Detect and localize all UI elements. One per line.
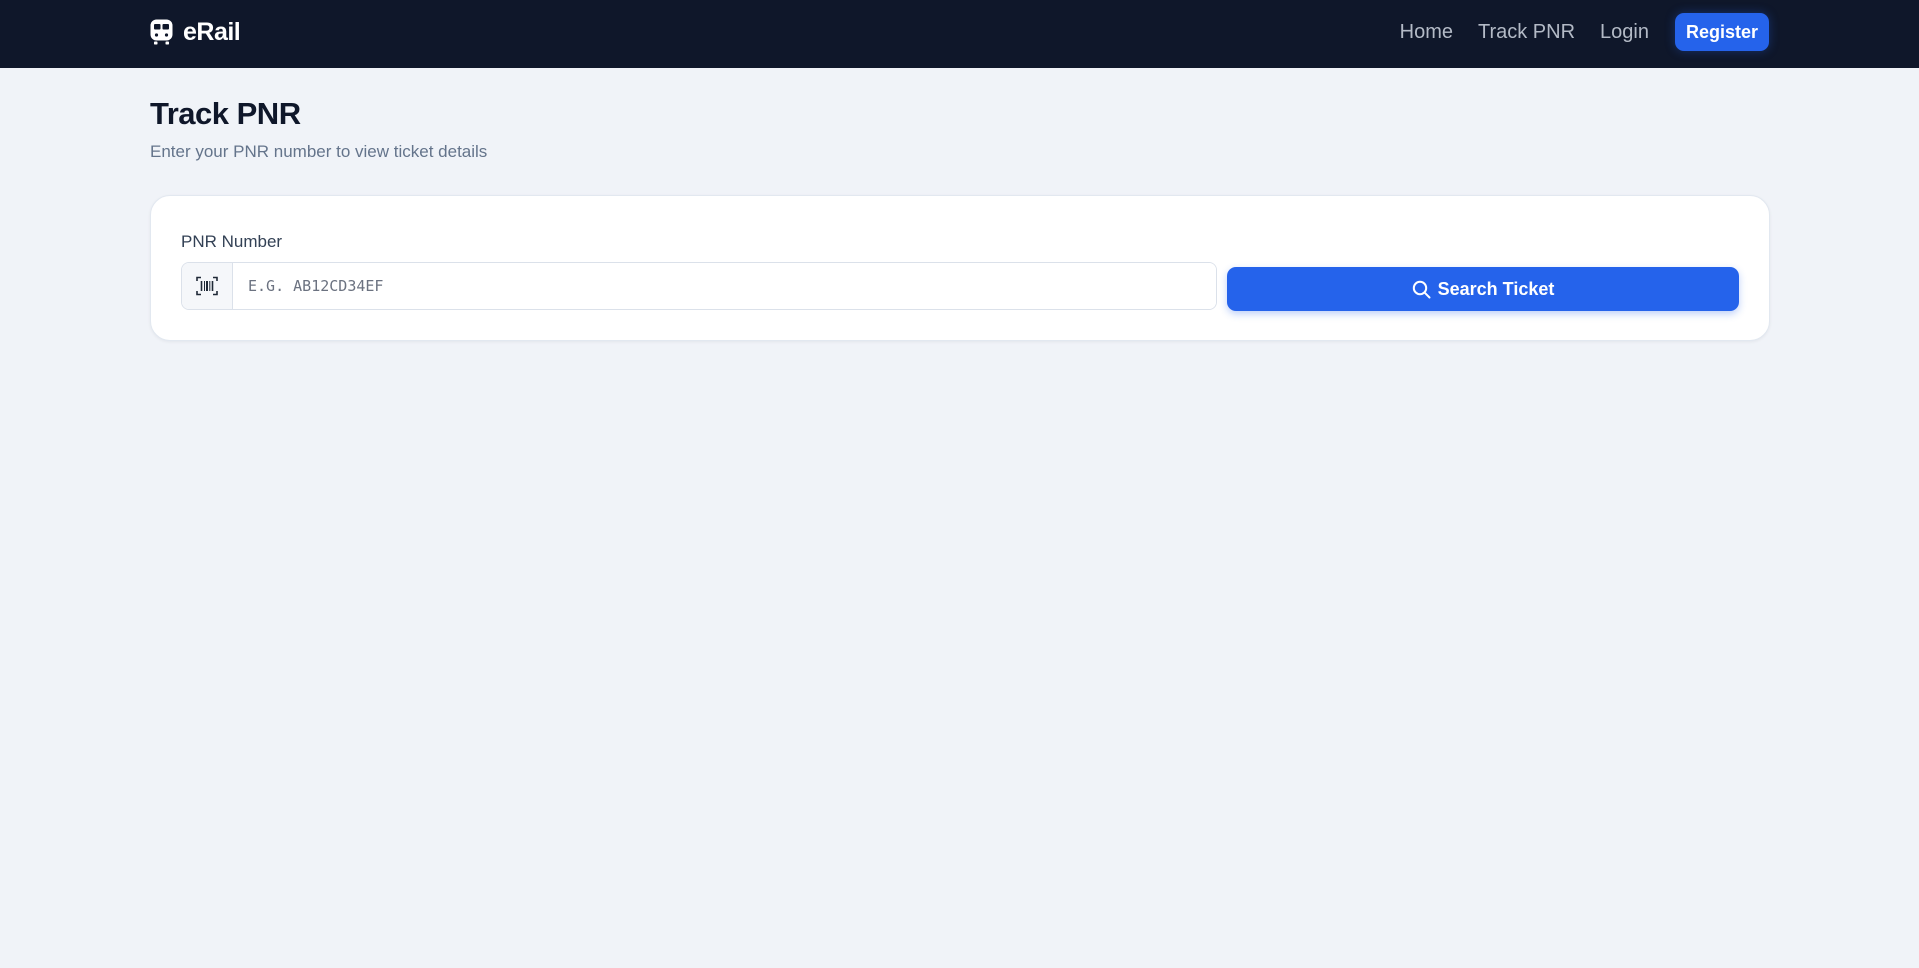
- register-button[interactable]: Register: [1674, 13, 1769, 51]
- pnr-input[interactable]: [233, 263, 1216, 309]
- train-icon: [150, 19, 173, 45]
- barcode-scan-icon: [182, 263, 233, 309]
- pnr-search-card: PNR Number Search Ticket: [150, 195, 1770, 341]
- pnr-field-label: PNR Number: [181, 232, 283, 251]
- search-icon: [1412, 280, 1431, 299]
- pnr-input-group: [181, 262, 1217, 310]
- nav-login-link[interactable]: Login: [1600, 21, 1649, 44]
- brand-name: eRail: [183, 17, 241, 46]
- nav-home-link[interactable]: Home: [1400, 21, 1453, 44]
- nav-links: Home Track PNR Login Register: [1400, 0, 1769, 64]
- search-ticket-label: Search Ticket: [1437, 278, 1555, 299]
- page-title: Track PNR: [150, 96, 301, 131]
- top-navbar: eRail Home Track PNR Login Register: [0, 0, 1919, 68]
- search-ticket-button[interactable]: Search Ticket: [1227, 267, 1739, 311]
- brand-logo-link[interactable]: eRail: [150, 0, 241, 64]
- nav-track-pnr-link[interactable]: Track PNR: [1478, 21, 1575, 44]
- page-subtitle: Enter your PNR number to view ticket det…: [150, 142, 488, 161]
